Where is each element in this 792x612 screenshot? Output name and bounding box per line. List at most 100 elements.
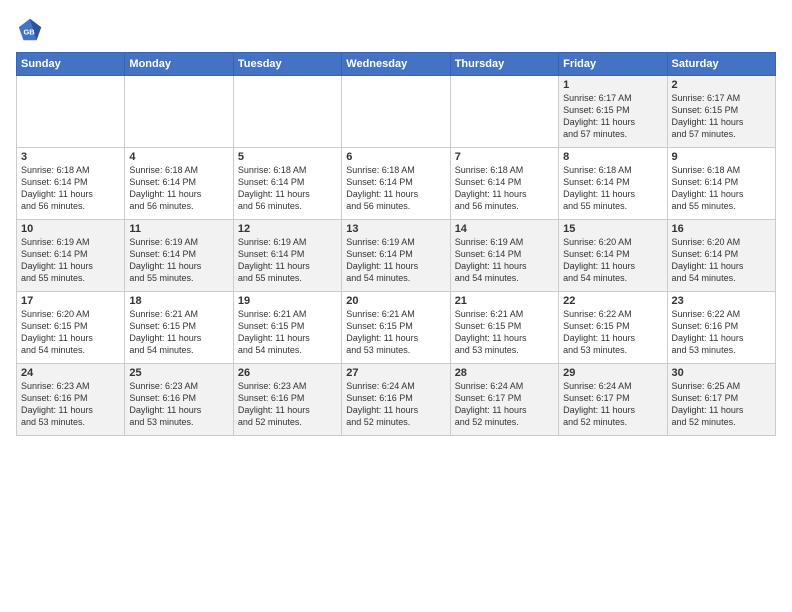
calendar-cell: 23Sunrise: 6:22 AM Sunset: 6:16 PM Dayli… bbox=[667, 292, 775, 364]
day-number: 20 bbox=[346, 295, 445, 307]
day-number: 4 bbox=[129, 151, 228, 163]
day-number: 21 bbox=[455, 295, 554, 307]
calendar-cell: 28Sunrise: 6:24 AM Sunset: 6:17 PM Dayli… bbox=[450, 364, 558, 436]
day-info: Sunrise: 6:18 AM Sunset: 6:14 PM Dayligh… bbox=[346, 164, 445, 213]
day-number: 8 bbox=[563, 151, 662, 163]
day-number: 7 bbox=[455, 151, 554, 163]
day-number: 14 bbox=[455, 223, 554, 235]
day-info: Sunrise: 6:24 AM Sunset: 6:17 PM Dayligh… bbox=[455, 380, 554, 429]
col-header-wednesday: Wednesday bbox=[342, 53, 450, 76]
day-info: Sunrise: 6:19 AM Sunset: 6:14 PM Dayligh… bbox=[21, 236, 120, 285]
day-info: Sunrise: 6:25 AM Sunset: 6:17 PM Dayligh… bbox=[672, 380, 771, 429]
col-header-tuesday: Tuesday bbox=[233, 53, 341, 76]
calendar-cell: 12Sunrise: 6:19 AM Sunset: 6:14 PM Dayli… bbox=[233, 220, 341, 292]
day-info: Sunrise: 6:24 AM Sunset: 6:17 PM Dayligh… bbox=[563, 380, 662, 429]
day-info: Sunrise: 6:18 AM Sunset: 6:14 PM Dayligh… bbox=[21, 164, 120, 213]
calendar-cell: 26Sunrise: 6:23 AM Sunset: 6:16 PM Dayli… bbox=[233, 364, 341, 436]
day-number: 25 bbox=[129, 367, 228, 379]
calendar-cell: 27Sunrise: 6:24 AM Sunset: 6:16 PM Dayli… bbox=[342, 364, 450, 436]
col-header-sunday: Sunday bbox=[17, 53, 125, 76]
day-number: 2 bbox=[672, 79, 771, 91]
week-row-2: 3Sunrise: 6:18 AM Sunset: 6:14 PM Daylig… bbox=[17, 148, 776, 220]
day-number: 12 bbox=[238, 223, 337, 235]
col-header-thursday: Thursday bbox=[450, 53, 558, 76]
day-info: Sunrise: 6:18 AM Sunset: 6:14 PM Dayligh… bbox=[238, 164, 337, 213]
day-number: 27 bbox=[346, 367, 445, 379]
calendar-cell: 17Sunrise: 6:20 AM Sunset: 6:15 PM Dayli… bbox=[17, 292, 125, 364]
day-number: 26 bbox=[238, 367, 337, 379]
day-info: Sunrise: 6:18 AM Sunset: 6:14 PM Dayligh… bbox=[563, 164, 662, 213]
week-row-3: 10Sunrise: 6:19 AM Sunset: 6:14 PM Dayli… bbox=[17, 220, 776, 292]
logo-icon: GB bbox=[16, 16, 44, 44]
day-info: Sunrise: 6:18 AM Sunset: 6:14 PM Dayligh… bbox=[672, 164, 771, 213]
calendar-cell bbox=[450, 76, 558, 148]
day-number: 29 bbox=[563, 367, 662, 379]
day-info: Sunrise: 6:21 AM Sunset: 6:15 PM Dayligh… bbox=[455, 308, 554, 357]
day-info: Sunrise: 6:18 AM Sunset: 6:14 PM Dayligh… bbox=[129, 164, 228, 213]
calendar-cell: 29Sunrise: 6:24 AM Sunset: 6:17 PM Dayli… bbox=[559, 364, 667, 436]
day-number: 22 bbox=[563, 295, 662, 307]
day-info: Sunrise: 6:20 AM Sunset: 6:15 PM Dayligh… bbox=[21, 308, 120, 357]
calendar-cell: 21Sunrise: 6:21 AM Sunset: 6:15 PM Dayli… bbox=[450, 292, 558, 364]
calendar-cell: 1Sunrise: 6:17 AM Sunset: 6:15 PM Daylig… bbox=[559, 76, 667, 148]
calendar-cell: 13Sunrise: 6:19 AM Sunset: 6:14 PM Dayli… bbox=[342, 220, 450, 292]
calendar-cell: 4Sunrise: 6:18 AM Sunset: 6:14 PM Daylig… bbox=[125, 148, 233, 220]
day-number: 18 bbox=[129, 295, 228, 307]
week-row-1: 1Sunrise: 6:17 AM Sunset: 6:15 PM Daylig… bbox=[17, 76, 776, 148]
calendar-cell: 25Sunrise: 6:23 AM Sunset: 6:16 PM Dayli… bbox=[125, 364, 233, 436]
day-number: 16 bbox=[672, 223, 771, 235]
calendar-cell bbox=[233, 76, 341, 148]
calendar-table: SundayMondayTuesdayWednesdayThursdayFrid… bbox=[16, 52, 776, 436]
day-info: Sunrise: 6:23 AM Sunset: 6:16 PM Dayligh… bbox=[238, 380, 337, 429]
day-info: Sunrise: 6:17 AM Sunset: 6:15 PM Dayligh… bbox=[672, 92, 771, 141]
calendar-cell: 3Sunrise: 6:18 AM Sunset: 6:14 PM Daylig… bbox=[17, 148, 125, 220]
page: GB SundayMondayTuesdayWednesdayThursdayF… bbox=[0, 0, 792, 612]
day-number: 23 bbox=[672, 295, 771, 307]
header: GB bbox=[16, 16, 776, 44]
calendar-cell: 20Sunrise: 6:21 AM Sunset: 6:15 PM Dayli… bbox=[342, 292, 450, 364]
day-number: 15 bbox=[563, 223, 662, 235]
day-info: Sunrise: 6:21 AM Sunset: 6:15 PM Dayligh… bbox=[129, 308, 228, 357]
calendar-cell: 6Sunrise: 6:18 AM Sunset: 6:14 PM Daylig… bbox=[342, 148, 450, 220]
day-number: 1 bbox=[563, 79, 662, 91]
col-header-friday: Friday bbox=[559, 53, 667, 76]
calendar-cell: 14Sunrise: 6:19 AM Sunset: 6:14 PM Dayli… bbox=[450, 220, 558, 292]
day-number: 10 bbox=[21, 223, 120, 235]
calendar-cell: 19Sunrise: 6:21 AM Sunset: 6:15 PM Dayli… bbox=[233, 292, 341, 364]
header-row: SundayMondayTuesdayWednesdayThursdayFrid… bbox=[17, 53, 776, 76]
col-header-saturday: Saturday bbox=[667, 53, 775, 76]
day-info: Sunrise: 6:19 AM Sunset: 6:14 PM Dayligh… bbox=[129, 236, 228, 285]
day-info: Sunrise: 6:20 AM Sunset: 6:14 PM Dayligh… bbox=[672, 236, 771, 285]
calendar-cell: 8Sunrise: 6:18 AM Sunset: 6:14 PM Daylig… bbox=[559, 148, 667, 220]
calendar-cell: 11Sunrise: 6:19 AM Sunset: 6:14 PM Dayli… bbox=[125, 220, 233, 292]
calendar-cell: 2Sunrise: 6:17 AM Sunset: 6:15 PM Daylig… bbox=[667, 76, 775, 148]
day-number: 13 bbox=[346, 223, 445, 235]
calendar-cell bbox=[17, 76, 125, 148]
calendar-cell: 5Sunrise: 6:18 AM Sunset: 6:14 PM Daylig… bbox=[233, 148, 341, 220]
day-info: Sunrise: 6:20 AM Sunset: 6:14 PM Dayligh… bbox=[563, 236, 662, 285]
calendar-cell: 15Sunrise: 6:20 AM Sunset: 6:14 PM Dayli… bbox=[559, 220, 667, 292]
calendar-cell: 24Sunrise: 6:23 AM Sunset: 6:16 PM Dayli… bbox=[17, 364, 125, 436]
calendar-cell: 9Sunrise: 6:18 AM Sunset: 6:14 PM Daylig… bbox=[667, 148, 775, 220]
svg-text:GB: GB bbox=[23, 28, 35, 37]
day-number: 3 bbox=[21, 151, 120, 163]
calendar-cell: 16Sunrise: 6:20 AM Sunset: 6:14 PM Dayli… bbox=[667, 220, 775, 292]
day-number: 24 bbox=[21, 367, 120, 379]
col-header-monday: Monday bbox=[125, 53, 233, 76]
day-info: Sunrise: 6:17 AM Sunset: 6:15 PM Dayligh… bbox=[563, 92, 662, 141]
day-number: 6 bbox=[346, 151, 445, 163]
day-info: Sunrise: 6:19 AM Sunset: 6:14 PM Dayligh… bbox=[238, 236, 337, 285]
calendar-cell bbox=[125, 76, 233, 148]
calendar-cell bbox=[342, 76, 450, 148]
day-info: Sunrise: 6:23 AM Sunset: 6:16 PM Dayligh… bbox=[129, 380, 228, 429]
day-info: Sunrise: 6:21 AM Sunset: 6:15 PM Dayligh… bbox=[238, 308, 337, 357]
day-number: 30 bbox=[672, 367, 771, 379]
calendar-cell: 22Sunrise: 6:22 AM Sunset: 6:15 PM Dayli… bbox=[559, 292, 667, 364]
day-info: Sunrise: 6:22 AM Sunset: 6:16 PM Dayligh… bbox=[672, 308, 771, 357]
week-row-4: 17Sunrise: 6:20 AM Sunset: 6:15 PM Dayli… bbox=[17, 292, 776, 364]
day-number: 28 bbox=[455, 367, 554, 379]
day-number: 19 bbox=[238, 295, 337, 307]
day-number: 9 bbox=[672, 151, 771, 163]
calendar-cell: 30Sunrise: 6:25 AM Sunset: 6:17 PM Dayli… bbox=[667, 364, 775, 436]
day-info: Sunrise: 6:18 AM Sunset: 6:14 PM Dayligh… bbox=[455, 164, 554, 213]
